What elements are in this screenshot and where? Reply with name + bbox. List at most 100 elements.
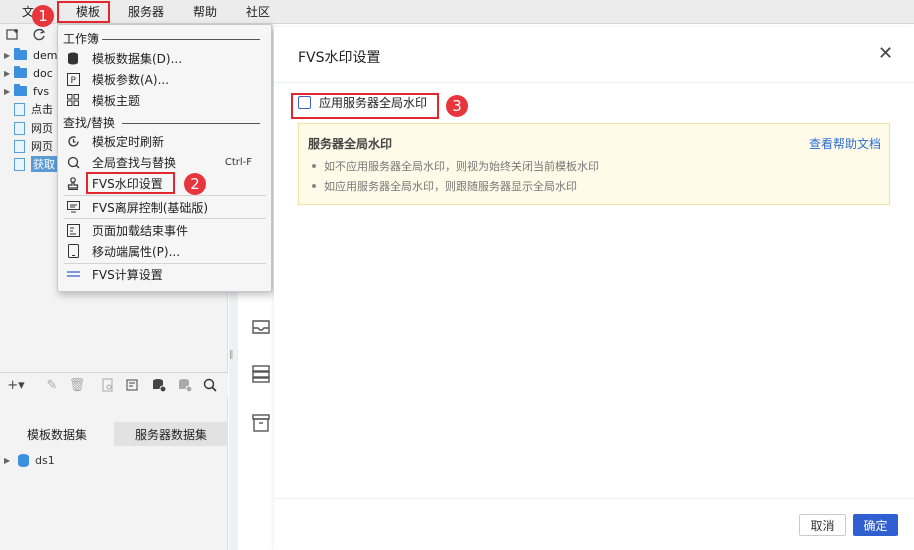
step-marker-1: 1 [32,5,54,27]
expand-arrow-icon[interactable]: ▶ [4,456,14,465]
tree-item[interactable]: 网页 [4,119,53,137]
report-file-icon [14,121,25,135]
expand-arrow-icon[interactable]: ▶ [4,69,14,78]
splitter-handle-icon[interactable]: ‖ [229,350,234,360]
theme-icon [66,93,80,107]
parameter-icon: P [66,72,80,86]
dialog-header-divider [274,82,914,83]
highlight-checkbox [291,93,439,119]
help-doc-link[interactable]: 查看帮助文档 [809,135,881,152]
preview-icon[interactable] [100,377,116,393]
menu-community[interactable]: 社区 [246,3,270,20]
menu-item-fvs-offscreen[interactable]: FVS离屏控制(基础版) [66,197,266,217]
menu-item-mobile-props[interactable]: 移动端属性(P)... [66,241,266,261]
svg-text:P: P [70,76,76,86]
menu-item-label: 移动端属性(P)... [92,244,181,259]
menu-item-template-dataset[interactable]: 模板数据集(D)... [66,48,266,68]
folder-icon [14,66,27,78]
edit-icon[interactable]: ✎ [44,377,60,393]
server-db-disabled-icon[interactable] [177,377,193,393]
dataset-item[interactable]: ▶ ds1 [4,454,55,467]
tab-template-dataset[interactable]: 模板数据集 [0,422,114,446]
new-folder-icon[interactable] [5,26,21,42]
tree-item-selected[interactable]: 获取 [4,155,57,173]
notice-bullet-text: 如应用服务器全局水印，则跟随服务器显示全局水印 [324,180,577,193]
tree-item[interactable]: ▶ fvs [4,82,49,100]
archive-icon[interactable] [250,413,272,433]
dialog-footer-divider [274,498,914,499]
tree-item[interactable]: 网页 [4,137,53,155]
highlight-fvs-watermark [86,172,175,194]
tree-item[interactable]: ▶ doc [4,64,53,82]
tree-item-label: dem [33,48,58,62]
report-file-icon [14,102,25,116]
menu-separator [64,195,266,196]
section-divider [102,39,260,40]
delete-icon[interactable]: 🗑 [69,377,86,393]
expand-arrow-icon[interactable]: ▶ [4,51,14,60]
close-icon[interactable]: ✕ [878,43,893,64]
designer-window: 文 模板 服务器 帮助 社区 ▶ dem ▶ doc ▶ fvs 点击 网页 网… [0,0,914,550]
notice-title: 服务器全局水印 [308,137,393,151]
expand-arrow-icon[interactable]: ▶ [4,87,14,96]
menu-help[interactable]: 帮助 [193,3,217,20]
tab-server-dataset[interactable]: 服务器数据集 [114,422,228,446]
tree-item-label: 网页 [31,140,53,153]
menu-item-label: 模板参数(A)... [92,72,170,87]
search-icon[interactable] [202,377,218,393]
refresh-clock-icon [66,134,80,148]
add-dataset-icon[interactable]: +▾ [5,377,27,393]
tree-item-label: doc [33,66,53,80]
calc-icon [66,267,80,281]
section-divider [122,123,260,124]
menu-item-template-theme[interactable]: 模板主题 [66,90,266,110]
menu-item-label: 模板主题 [92,93,141,108]
menu-item-fvs-calc[interactable]: FVS计算设置 [66,264,266,284]
menu-server[interactable]: 服务器 [128,3,164,20]
server-db-icon[interactable] [151,377,167,393]
screen-icon [66,200,80,214]
highlight-template-menu [57,1,110,23]
tree-item[interactable]: 点击 [4,100,53,118]
server-list-icon[interactable] [250,364,272,384]
shortcut-label: Ctrl-F [224,156,252,168]
dialog-title: FVS水印设置 [298,50,381,66]
folder-icon [14,84,27,96]
tree-item[interactable]: ▶ dem [4,46,57,64]
dataset-tabs: 模板数据集 服务器数据集 [0,422,228,446]
mobile-icon [66,244,80,258]
page-event-icon [66,223,80,237]
notice-bullet: 如不应用服务器全局水印，则视为始终关闭当前模板水印 [312,158,599,174]
menu-item-label: 模板定时刷新 [92,134,165,149]
database-icon [18,454,29,467]
section-find-replace: 查找/替换 [63,116,116,130]
menu-item-template-params[interactable]: P 模板参数(A)... [66,69,266,89]
menu-item-label: FVS离屏控制(基础版) [92,200,209,215]
confirm-button[interactable]: 确定 [853,514,898,536]
tree-item-label: 网页 [31,122,53,135]
dataset-label: ds1 [35,454,55,467]
dataset-edit-icon[interactable] [125,377,141,393]
section-workbook: 工作簿 [63,32,100,46]
menu-item-label: FVS计算设置 [92,267,163,282]
tree-item-label: 点击 [31,103,53,116]
refresh-icon[interactable] [31,26,47,42]
menu-item-label: 全局查找与替换 [92,155,177,170]
report-file-icon [14,157,25,171]
cancel-button[interactable]: 取消 [799,514,846,536]
report-file-icon [14,139,25,153]
database-icon [66,51,80,65]
global-watermark-notice: 服务器全局水印 查看帮助文档 如不应用服务器全局水印，则视为始终关闭当前模板水印… [298,123,890,205]
dataset-toolbar: +▾ ✎ 🗑 [0,372,228,398]
menu-item-page-load-event[interactable]: 页面加载结束事件 [66,220,266,240]
menu-item-find-replace[interactable]: 全局查找与替换 Ctrl-F [66,152,266,172]
step-marker-2: 2 [184,173,206,195]
folder-icon [14,48,27,60]
find-replace-icon [66,155,80,169]
menu-item-label: 页面加载结束事件 [92,223,189,238]
tree-item-label: 获取 [31,156,57,172]
notice-bullet: 如应用服务器全局水印，则跟随服务器显示全局水印 [312,178,577,194]
menu-item-scheduled-refresh[interactable]: 模板定时刷新 [66,131,266,151]
inbox-icon[interactable] [250,317,272,337]
menu-separator [64,218,266,219]
